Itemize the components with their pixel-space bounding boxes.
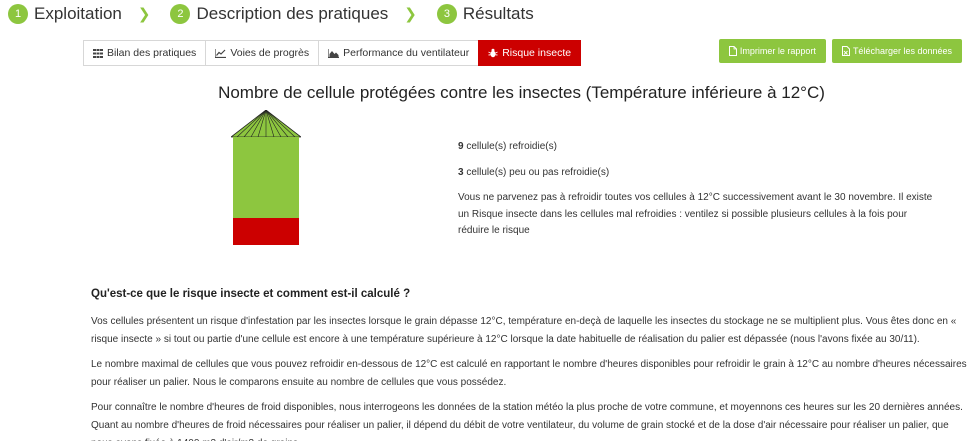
- tab-bilan-pratiques[interactable]: Bilan des pratiques: [83, 40, 206, 66]
- progress-stepper: 1 Exploitation ❯ 2 Description des prati…: [8, 3, 534, 25]
- tab-label: Risque insecte: [502, 47, 572, 59]
- step-exploitation[interactable]: 1 Exploitation: [8, 4, 122, 24]
- tab-performance-ventilateur[interactable]: Performance du ventilateur: [318, 40, 479, 66]
- not-cooled-cells-count: 3: [458, 166, 464, 178]
- step-number: 1: [8, 4, 28, 24]
- step-number: 2: [170, 4, 191, 24]
- download-data-label: Télécharger les données: [852, 46, 952, 56]
- area-chart-icon: [328, 48, 340, 58]
- faq-paragraph: Le nombre maximal de cellules que vous p…: [91, 359, 967, 388]
- faq-body: Vos cellules présentent un risque d'infe…: [91, 313, 971, 441]
- line-chart-icon: [215, 48, 227, 58]
- print-report-button[interactable]: Imprimer le rapport: [718, 39, 826, 63]
- not-cooled-cells-line: 3 cellule(s) peu ou pas refroidie(s): [458, 165, 938, 182]
- print-report-label: Imprimer le rapport: [739, 46, 816, 56]
- tab-label: Performance du ventilateur: [343, 47, 470, 59]
- step-description-pratiques[interactable]: 2 Description des pratiques: [170, 4, 388, 24]
- not-cooled-cells-label: cellule(s) peu ou pas refroidie(s): [466, 166, 610, 178]
- step-label: Description des pratiques: [196, 4, 389, 23]
- tab-label: Bilan des pratiques: [107, 47, 197, 59]
- bug-icon: [488, 48, 498, 58]
- chevron-right-icon: ❯: [137, 6, 151, 23]
- faq-title: Qu'est-ce que le risque insecte et comme…: [91, 288, 411, 300]
- cooling-summary: 9 cellule(s) refroidie(s) 3 cellule(s) p…: [458, 139, 938, 249]
- step-label: Exploitation: [34, 4, 122, 23]
- risk-message: Vous ne parvenez pas à refroidir toutes …: [458, 192, 933, 236]
- step-number: 3: [436, 4, 457, 24]
- grid-icon: [93, 48, 103, 58]
- tab-label: Voies de progrès: [230, 47, 310, 59]
- faq-paragraph: Pour connaître le nombre d'heures de fro…: [91, 402, 963, 441]
- cooled-cells-line: 9 cellule(s) refroidie(s): [458, 139, 938, 156]
- file-excel-icon: [841, 46, 850, 56]
- step-resultats[interactable]: 3 Résultats: [436, 4, 534, 24]
- chevron-right-icon: ❯: [404, 6, 417, 23]
- tab-voies-progres[interactable]: Voies de progrès: [205, 40, 319, 66]
- download-data-button[interactable]: Télécharger les données: [831, 39, 962, 63]
- tab-risque-insecte[interactable]: Risque insecte: [478, 40, 582, 66]
- step-label: Résultats: [462, 4, 534, 23]
- silo-cooled-section: [233, 137, 299, 218]
- faq-paragraph: Vos cellules présentent un risque d'infe…: [91, 316, 957, 345]
- cooled-cells-count: 9: [458, 141, 464, 152]
- file-pdf-icon: [728, 46, 737, 56]
- results-tabs: Bilan des pratiques Voies de progrès Per…: [83, 40, 582, 66]
- report-actions: Imprimer le rapport Télécharger les donn…: [718, 39, 962, 63]
- silo-illustration: [231, 110, 301, 245]
- page-title: Nombre de cellule protégées contre les i…: [218, 83, 825, 102]
- silo-not-cooled-section: [233, 218, 299, 245]
- cooled-cells-label: cellule(s) refroidie(s): [466, 141, 557, 152]
